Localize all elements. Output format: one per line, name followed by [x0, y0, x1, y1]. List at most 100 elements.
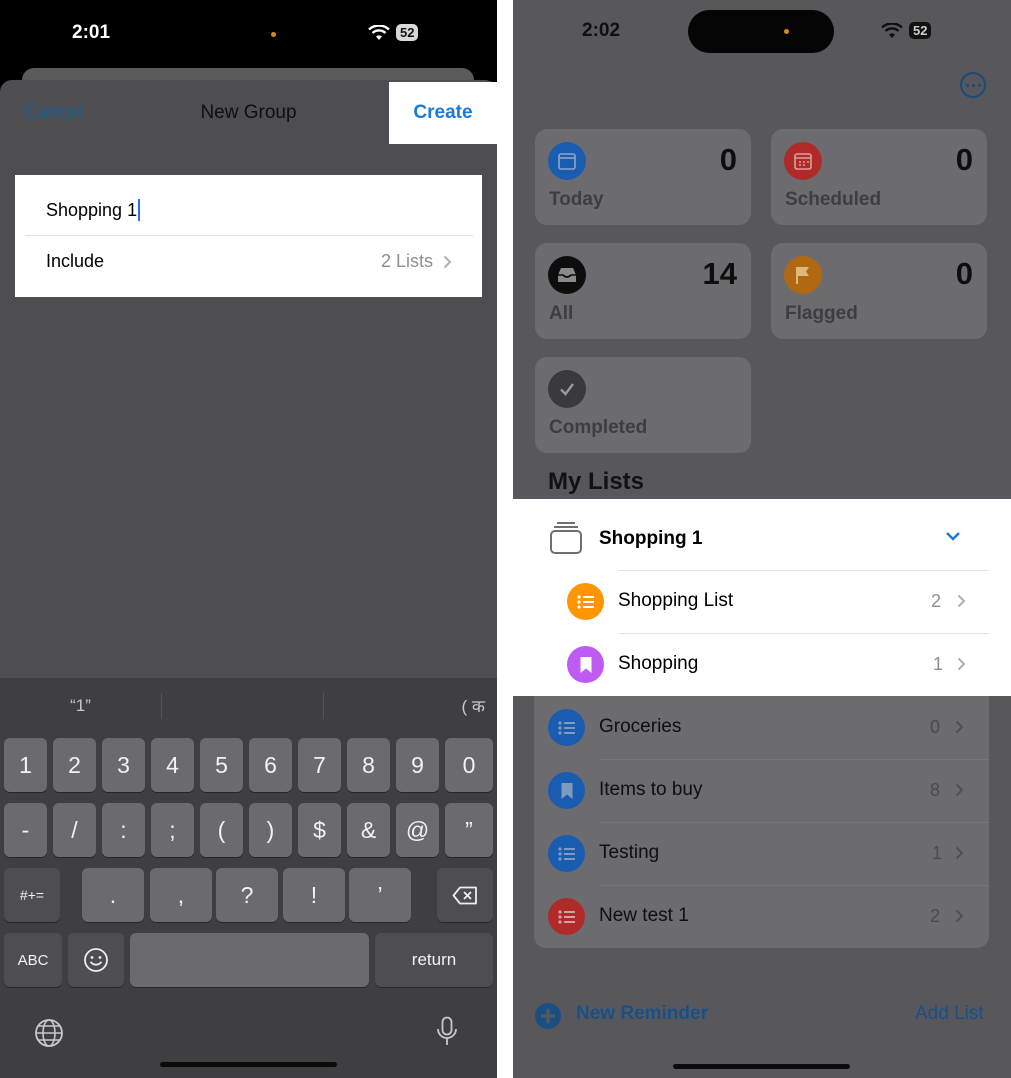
status-time: 2:01 [72, 22, 111, 43]
list-bullet-icon [548, 898, 585, 935]
list-item-shopping-list[interactable]: Shopping List 2 [534, 570, 989, 633]
list-bullet-icon [548, 835, 585, 872]
key-semicolon[interactable]: ; [151, 803, 194, 857]
return-key[interactable]: return [375, 933, 493, 987]
chevron-right-icon [957, 657, 966, 671]
group-name-value: Shopping 1 [46, 199, 138, 220]
key-slash[interactable]: / [53, 803, 96, 857]
all-label: All [549, 303, 574, 324]
checkmark-icon [548, 370, 586, 408]
chevron-right-icon [955, 720, 964, 734]
today-count: 0 [719, 142, 737, 177]
list-count: 0 [930, 717, 941, 737]
key-9[interactable]: 9 [396, 738, 439, 792]
list-item-testing[interactable]: Testing 1 [534, 822, 989, 885]
list-label: Shopping [618, 653, 699, 674]
list-item-items-to-buy[interactable]: Items to buy 8 [534, 759, 989, 822]
more-options-button[interactable] [960, 72, 986, 98]
wifi-icon [881, 22, 903, 38]
tile-all[interactable]: 14 All [535, 243, 751, 339]
space-key[interactable] [130, 933, 369, 987]
delete-key[interactable] [437, 868, 493, 922]
include-row[interactable]: Include 2 Lists [25, 236, 473, 287]
scheduled-calendar-icon [784, 142, 822, 180]
chevron-down-icon[interactable] [945, 530, 961, 542]
suggestion-3[interactable]: ( क [324, 694, 497, 717]
key-more-symbols[interactable]: #+= [4, 868, 60, 922]
globe-icon[interactable] [34, 1018, 64, 1048]
flagged-label: Flagged [785, 303, 858, 324]
add-list-button[interactable]: Add List [915, 1003, 984, 1025]
flag-icon [784, 256, 822, 294]
key-ampersand[interactable]: & [347, 803, 390, 857]
key-5[interactable]: 5 [200, 738, 243, 792]
tile-flagged[interactable]: 0 Flagged [771, 243, 987, 339]
key-quote[interactable]: ” [445, 803, 493, 857]
key-colon[interactable]: : [102, 803, 145, 857]
text-cursor [138, 199, 141, 221]
key-comma[interactable]: , [150, 868, 212, 922]
tile-today[interactable]: 0 Today [535, 129, 751, 225]
cancel-button[interactable]: Cancel [24, 102, 83, 124]
chevron-right-icon [955, 909, 964, 923]
my-lists-heading: My Lists [548, 468, 645, 495]
list-item-shopping[interactable]: Shopping 1 [534, 633, 989, 696]
stack-icon [550, 522, 582, 554]
key-1[interactable]: 1 [4, 738, 47, 792]
list-label: Items to buy [599, 779, 703, 800]
key-7[interactable]: 7 [298, 738, 341, 792]
key-hyphen[interactable]: - [4, 803, 47, 857]
key-exclamation[interactable]: ! [283, 868, 345, 922]
list-item-groceries[interactable]: Groceries 0 [534, 696, 989, 759]
flagged-count: 0 [955, 256, 973, 291]
key-question[interactable]: ? [216, 868, 278, 922]
key-open-paren[interactable]: ( [200, 803, 243, 857]
privacy-indicator [271, 32, 276, 37]
key-4[interactable]: 4 [151, 738, 194, 792]
list-count: 2 [930, 906, 941, 926]
today-label: Today [549, 189, 604, 210]
key-at[interactable]: @ [396, 803, 439, 857]
key-6[interactable]: 6 [249, 738, 292, 792]
new-reminder-button[interactable]: New Reminder [576, 1003, 708, 1025]
key-close-paren[interactable]: ) [249, 803, 292, 857]
microphone-icon[interactable] [436, 1016, 458, 1048]
key-apostrophe[interactable]: ’ [349, 868, 411, 922]
list-count: 1 [933, 654, 944, 674]
key-0[interactable]: 0 [445, 738, 493, 792]
key-period[interactable]: . [82, 868, 144, 922]
group-name-field[interactable]: Shopping 1 [25, 185, 473, 236]
status-icons: 52 [368, 24, 419, 41]
include-value: 2 Lists [380, 251, 433, 271]
key-8[interactable]: 8 [347, 738, 390, 792]
key-dollar[interactable]: $ [298, 803, 341, 857]
privacy-indicator [784, 29, 789, 34]
keyboard: “1” ( क 1 2 3 4 5 6 7 8 9 0 - / : ; ( ) … [0, 678, 497, 1078]
plus-circle-icon[interactable] [534, 1002, 562, 1030]
dynamic-island [688, 10, 834, 53]
tile-completed[interactable]: Completed [535, 357, 751, 453]
key-2[interactable]: 2 [53, 738, 96, 792]
home-indicator [160, 1062, 337, 1067]
scheduled-count: 0 [955, 142, 973, 177]
tray-icon [548, 256, 586, 294]
create-button[interactable]: Create [389, 82, 497, 144]
status-time: 2:02 [582, 20, 621, 41]
list-label: Shopping List [618, 590, 734, 611]
list-label: New test 1 [599, 905, 689, 926]
list-count: 1 [932, 843, 943, 863]
tile-scheduled[interactable]: 0 Scheduled [771, 129, 987, 225]
list-count: 8 [930, 780, 941, 800]
key-abc[interactable]: ABC [4, 933, 62, 987]
battery-indicator: 52 [396, 24, 419, 41]
suggestion-2[interactable] [161, 692, 324, 719]
right-screenshot: 2:02 52 0 Today 0 Scheduled 14 All 0 Fla… [513, 0, 1011, 1078]
key-3[interactable]: 3 [102, 738, 145, 792]
emoji-key[interactable] [68, 933, 124, 987]
suggestion-1[interactable]: “1” [0, 696, 161, 716]
chevron-right-icon [955, 783, 964, 797]
group-header[interactable]: Shopping 1 [534, 508, 989, 570]
list-bullet-icon [548, 709, 585, 746]
list-item-new-test-1[interactable]: New test 1 2 [534, 885, 989, 948]
emoji-icon [84, 948, 108, 972]
